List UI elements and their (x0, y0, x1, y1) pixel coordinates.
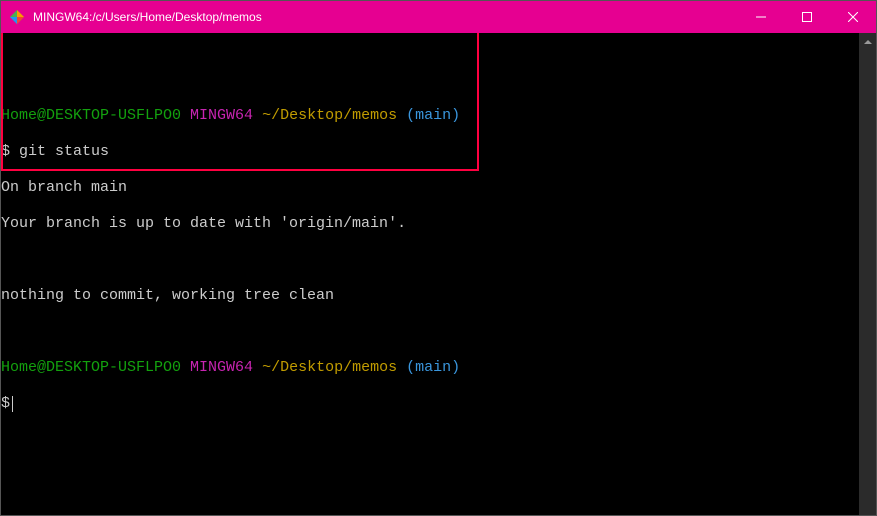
blank-line (1, 323, 857, 341)
minimize-button[interactable] (738, 1, 784, 33)
titlebar[interactable]: MINGW64:/c/Users/Home/Desktop/memos (1, 1, 876, 33)
prompt-env: MINGW64 (190, 107, 253, 124)
command-text: git status (19, 143, 109, 160)
window-title: MINGW64:/c/Users/Home/Desktop/memos (33, 10, 270, 24)
prompt-userhost: Home@DESKTOP-USFLPO0 (1, 359, 181, 376)
prompt-branch: (main) (406, 107, 460, 124)
app-icon (9, 9, 25, 25)
output-line: nothing to commit, working tree clean (1, 287, 857, 305)
prompt-env: MINGW64 (190, 359, 253, 376)
output-line: Your branch is up to date with 'origin/m… (1, 215, 857, 233)
output-line: On branch main (1, 179, 857, 197)
maximize-button[interactable] (784, 1, 830, 33)
scroll-up-arrow[interactable] (859, 33, 876, 50)
terminal-window: MINGW64:/c/Users/Home/Desktop/memos Home… (0, 0, 877, 516)
prompt-path: ~/Desktop/memos (262, 359, 397, 376)
prompt-symbol: $ (1, 143, 10, 160)
close-button[interactable] (830, 1, 876, 33)
prompt-symbol: $ (1, 395, 10, 412)
prompt-branch: (main) (406, 359, 460, 376)
prompt-path: ~/Desktop/memos (262, 107, 397, 124)
prompt-userhost: Home@DESKTOP-USFLPO0 (1, 107, 181, 124)
cursor (12, 396, 13, 412)
vertical-scrollbar[interactable] (859, 33, 876, 515)
terminal-output[interactable]: Home@DESKTOP-USFLPO0 MINGW64 ~/Desktop/m… (1, 33, 859, 515)
output-line (1, 251, 857, 269)
content-area: Home@DESKTOP-USFLPO0 MINGW64 ~/Desktop/m… (1, 33, 876, 515)
